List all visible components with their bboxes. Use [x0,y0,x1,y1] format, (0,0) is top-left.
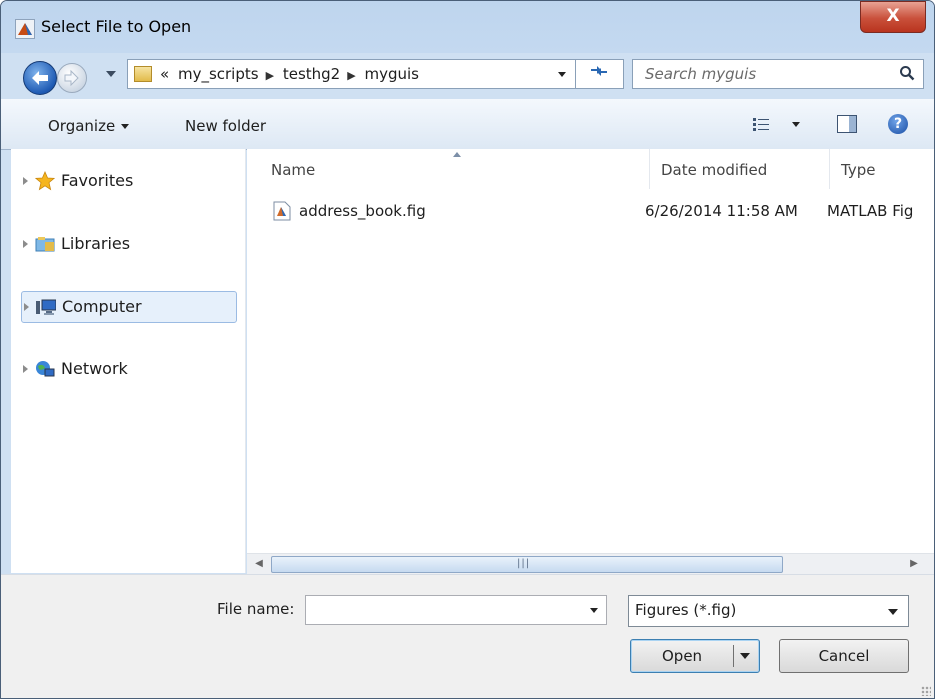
column-header-name[interactable]: Name [271,161,315,179]
scroll-left-icon[interactable]: ◀ [251,556,267,572]
open-options-dropdown-icon[interactable] [740,653,750,659]
file-list: Name Date modified Type address_book.fig… [247,149,934,553]
network-icon [36,361,55,377]
expand-arrow-icon[interactable] [23,240,28,248]
scrollbar-thumb[interactable]: ||| [271,556,783,573]
file-row[interactable]: address_book.fig 6/26/2014 11:58 AM MATL… [261,199,934,227]
computer-icon [36,299,56,315]
cancel-button[interactable]: Cancel [779,639,909,673]
file-name-dropdown-icon[interactable] [590,608,598,613]
chevron-down-icon [121,124,130,129]
matlab-icon [15,19,35,39]
file-name: address_book.fig [299,202,426,220]
sort-ascending-icon [453,152,461,157]
refresh-button[interactable] [575,60,622,88]
filter-value: Figures (*.fig) [635,601,737,619]
breadcrumb-overflow[interactable]: « [160,65,169,83]
breadcrumb-myguis[interactable]: myguis [364,65,419,83]
expand-arrow-icon[interactable] [23,177,28,185]
forward-arrow-icon [64,69,79,87]
sidebar-item-label: Libraries [61,234,131,253]
search-input[interactable]: Search myguis [645,65,756,83]
grip-icon: ||| [517,558,531,569]
file-open-dialog: Select File to Open X « my_scripts ▶ test… [0,0,935,699]
new-folder-button[interactable]: New folder [185,117,266,135]
search-box[interactable]: Search myguis [632,59,924,89]
star-icon [35,171,55,191]
help-icon[interactable]: ? [888,114,908,134]
file-name-label: File name: [217,600,295,618]
sidebar-item-label: Computer [62,297,142,316]
column-divider[interactable] [829,149,830,189]
horizontal-scrollbar[interactable]: ◀ ||| ▶ [247,553,934,574]
open-button[interactable]: Open [630,639,760,673]
sidebar-item-favorites[interactable]: Favorites [21,166,236,196]
window-title: Select File to Open [41,17,192,36]
views-icon[interactable] [753,117,769,131]
file-type: MATLAB Fig [827,202,914,220]
navigation-row: « my_scripts ▶ testhg2 ▶ myguis Search myg… [1,53,934,99]
scroll-right-icon[interactable]: ▶ [906,556,922,572]
expand-arrow-icon[interactable] [24,303,29,311]
expand-arrow-icon[interactable] [23,365,28,373]
organize-label: Organize [48,117,116,135]
preview-pane-icon[interactable] [837,115,857,133]
views-dropdown-icon[interactable] [792,122,800,127]
close-button[interactable]: X [860,1,926,33]
open-label: Open [662,647,703,665]
organize-button[interactable]: Organize [48,117,130,135]
address-bar[interactable]: « my_scripts ▶ testhg2 ▶ myguis [127,59,624,89]
library-icon [35,237,55,252]
dialog-footer: File name: Figures (*.fig) Open Cancel [1,574,934,698]
split-divider [733,645,734,667]
forward-button[interactable] [57,63,87,93]
fig-file-icon [273,201,291,221]
back-arrow-icon [32,71,48,85]
sidebar-item-computer[interactable]: Computer [21,291,237,323]
sidebar-item-label: Network [61,359,128,378]
file-type-filter[interactable]: Figures (*.fig) [628,595,909,627]
back-button[interactable] [23,61,57,95]
breadcrumb-testhg2[interactable]: testhg2 [283,65,340,83]
address-dropdown-icon[interactable] [558,72,566,77]
breadcrumb-separator-icon[interactable]: ▶ [347,69,355,82]
file-date: 6/26/2014 11:58 AM [645,202,798,220]
resize-grip-icon[interactable] [921,686,931,696]
file-name-field[interactable] [305,595,607,625]
sidebar-item-libraries[interactable]: Libraries [21,229,236,259]
column-header-date[interactable]: Date modified [661,161,767,179]
history-dropdown-icon[interactable] [106,71,116,77]
refresh-icon [591,66,607,76]
breadcrumb: « my_scripts ▶ testhg2 ▶ myguis [160,65,423,83]
search-icon[interactable] [899,65,915,81]
sidebar-item-label: Favorites [61,171,134,190]
command-bar: Organize New folder ? [1,99,934,150]
breadcrumb-separator-icon[interactable]: ▶ [266,69,274,82]
title-bar: Select File to Open X [1,1,934,53]
chevron-down-icon[interactable] [888,609,898,615]
column-divider[interactable] [649,149,650,189]
breadcrumb-my-scripts[interactable]: my_scripts [178,65,259,83]
column-header-type[interactable]: Type [841,161,875,179]
folder-icon [134,66,152,82]
navigation-pane: Favorites Libraries Computer Network [11,149,246,573]
sidebar-item-network[interactable]: Network [21,354,236,384]
